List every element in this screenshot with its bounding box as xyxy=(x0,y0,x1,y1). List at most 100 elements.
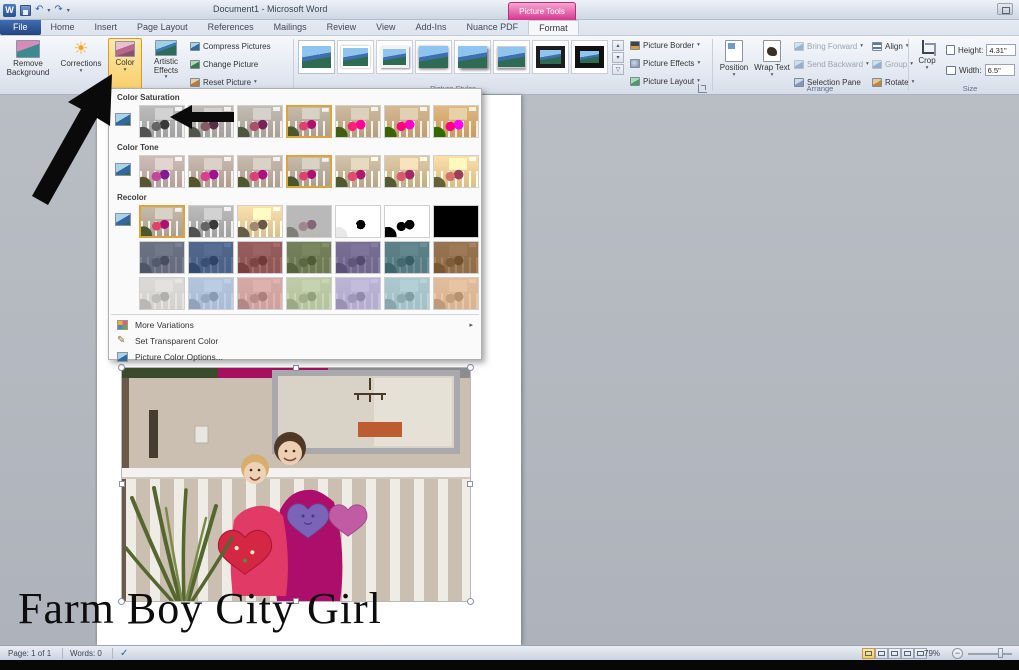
picture-effects-button[interactable]: Picture Effects ▾ xyxy=(630,59,700,68)
gallery-scroll-up[interactable]: ▴ xyxy=(612,40,624,51)
document-photo[interactable] xyxy=(122,368,470,601)
saturation-thumb-3[interactable] xyxy=(286,105,332,138)
recolor-light-thumb-2[interactable] xyxy=(237,277,283,310)
recolor-thumb-3[interactable] xyxy=(286,205,332,238)
tone-thumb-5[interactable] xyxy=(384,155,430,188)
height-input[interactable]: 4.31" xyxy=(986,44,1016,56)
picture-style-thumb[interactable] xyxy=(571,40,608,74)
picture-style-thumb[interactable] xyxy=(415,40,452,74)
recolor-thumb-4[interactable] xyxy=(335,205,381,238)
set-transparent-color-item[interactable]: ✎Set Transparent Color xyxy=(109,333,481,349)
width-input[interactable]: 6.5" xyxy=(985,64,1015,76)
recolor-dark-thumb-1[interactable] xyxy=(188,241,234,274)
recolor-dark-thumb-5[interactable] xyxy=(384,241,430,274)
recolor-thumb-1[interactable] xyxy=(188,205,234,238)
window-title: Document1 - Microsoft Word xyxy=(213,4,327,14)
picture-style-thumb[interactable] xyxy=(337,40,374,74)
tab-review[interactable]: Review xyxy=(317,20,367,35)
picture-style-thumb[interactable] xyxy=(454,40,491,74)
selection-handle[interactable] xyxy=(467,364,474,371)
tone-thumb-1[interactable] xyxy=(188,155,234,188)
saturation-thumb-1[interactable] xyxy=(188,105,234,138)
recolor-light-thumb-6[interactable] xyxy=(433,277,479,310)
tone-thumb-0[interactable] xyxy=(139,155,185,188)
saturation-thumb-5[interactable] xyxy=(384,105,430,138)
tone-thumb-3[interactable] xyxy=(286,155,332,188)
more-variations-item[interactable]: More Variations▸ xyxy=(109,317,481,333)
tab-format[interactable]: Format xyxy=(528,20,579,35)
change-picture-button[interactable]: Change Picture xyxy=(190,60,258,69)
web-layout-view-button[interactable] xyxy=(888,648,901,659)
undo-dropdown-icon[interactable]: ▾ xyxy=(47,7,50,14)
recolor-thumb-0[interactable] xyxy=(139,205,185,238)
tab-nuance-pdf[interactable]: Nuance PDF xyxy=(457,20,529,35)
recolor-dark-thumb-2[interactable] xyxy=(237,241,283,274)
recolor-light-thumb-4[interactable] xyxy=(335,277,381,310)
recolor-light-thumb-1[interactable] xyxy=(188,277,234,310)
align-button[interactable]: Align ▾ xyxy=(872,42,909,51)
tab-home[interactable]: Home xyxy=(41,20,85,35)
picture-style-thumb[interactable] xyxy=(532,40,569,74)
recolor-dark-thumb-4[interactable] xyxy=(335,241,381,274)
spellcheck-status-icon[interactable]: ✓ xyxy=(120,648,133,659)
saturation-thumb-2[interactable] xyxy=(237,105,283,138)
word-count[interactable]: Words: 0 xyxy=(70,649,102,658)
picture-layout-button[interactable]: Picture Layout ▾ xyxy=(630,77,700,86)
reset-picture-button[interactable]: Reset Picture ▾ xyxy=(190,78,257,87)
print-layout-view-button[interactable] xyxy=(862,648,875,659)
tab-references[interactable]: References xyxy=(198,20,264,35)
window-controls[interactable] xyxy=(997,3,1013,15)
selection-handle[interactable] xyxy=(467,598,474,605)
recolor-thumb-5[interactable] xyxy=(384,205,430,238)
selection-handle[interactable] xyxy=(467,481,473,487)
tab-insert[interactable]: Insert xyxy=(85,20,128,35)
tone-thumb-2[interactable] xyxy=(237,155,283,188)
tab-file[interactable]: File xyxy=(0,20,41,35)
tab-view[interactable]: View xyxy=(366,20,405,35)
selection-handle[interactable] xyxy=(118,364,125,371)
full-screen-reading-view-button[interactable] xyxy=(875,648,888,659)
gallery-more-button[interactable]: ▽ xyxy=(612,64,624,75)
tone-thumb-4[interactable] xyxy=(335,155,381,188)
redo-icon[interactable]: ↷ xyxy=(54,5,62,15)
position-button[interactable]: Position ▾ xyxy=(716,38,752,91)
word-logo-icon[interactable]: W xyxy=(3,4,16,17)
saturation-thumb-0[interactable] xyxy=(139,105,185,138)
picture-color-options-item[interactable]: Picture Color Options... xyxy=(109,349,481,365)
save-icon[interactable] xyxy=(20,5,31,16)
recolor-thumb-6[interactable] xyxy=(433,205,479,238)
page-indicator[interactable]: Page: 1 of 1 xyxy=(8,649,51,658)
recolor-light-thumb-5[interactable] xyxy=(384,277,430,310)
outline-view-button[interactable] xyxy=(901,648,914,659)
saturation-thumb-6[interactable] xyxy=(433,105,479,138)
zoom-slider-thumb[interactable] xyxy=(998,648,1003,658)
recolor-dark-thumb-0[interactable] xyxy=(139,241,185,274)
zoom-out-button[interactable]: − xyxy=(952,648,963,659)
recolor-light-thumb-3[interactable] xyxy=(286,277,332,310)
picture-style-thumb[interactable] xyxy=(298,40,335,74)
saturation-thumb-4[interactable] xyxy=(335,105,381,138)
remove-background-button[interactable]: Remove Background xyxy=(2,38,54,91)
zoom-slider-track[interactable] xyxy=(968,653,1012,655)
undo-icon[interactable]: ↶ xyxy=(35,5,43,15)
recolor-dark-thumb-3[interactable] xyxy=(286,241,332,274)
qat-customize-icon[interactable]: ▾ xyxy=(67,7,70,14)
picture-border-button[interactable]: Picture Border ▾ xyxy=(630,41,700,50)
recolor-light-thumb-0[interactable] xyxy=(139,277,185,310)
gallery-scroll-down[interactable]: ▾ xyxy=(612,52,624,63)
picture-style-thumb[interactable] xyxy=(493,40,530,74)
compress-pictures-button[interactable]: Compress Pictures xyxy=(190,42,271,51)
corrections-button[interactable]: ☀ Corrections ▾ xyxy=(56,38,106,91)
selection-handle[interactable] xyxy=(293,365,299,371)
zoom-level[interactable]: 79% xyxy=(924,649,940,658)
tab-mailings[interactable]: Mailings xyxy=(264,20,317,35)
tone-thumb-6[interactable] xyxy=(433,155,479,188)
tab-page-layout[interactable]: Page Layout xyxy=(127,20,198,35)
color-button[interactable]: Color ▾ xyxy=(108,38,142,91)
picture-style-thumb[interactable] xyxy=(376,40,413,74)
selection-handle[interactable] xyxy=(119,481,125,487)
recolor-thumb-2[interactable] xyxy=(237,205,283,238)
artistic-effects-button[interactable]: Artistic Effects ▾ xyxy=(145,38,187,91)
tab-add-ins[interactable]: Add-Ins xyxy=(406,20,457,35)
recolor-dark-thumb-6[interactable] xyxy=(433,241,479,274)
